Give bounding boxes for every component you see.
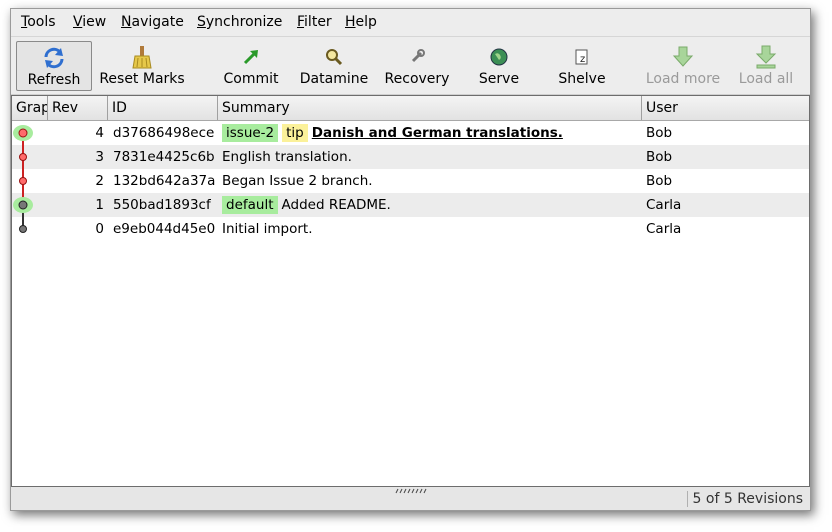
shelve-label: Shelve: [558, 71, 606, 87]
svg-text:z: z: [580, 54, 585, 65]
menubar: Tools View Navigate Synchronize Filter H…: [11, 9, 810, 36]
rev-cell: 4: [95, 125, 104, 141]
load-all-label: Load all: [738, 71, 794, 87]
summary-text: Added README.: [281, 197, 391, 213]
summary-cell: issue-2 tip Danish and German translations…: [222, 121, 640, 145]
load-more-label: Load more: [645, 71, 721, 87]
datamine-button[interactable]: Datamine: [295, 41, 373, 91]
menu-tools[interactable]: Tools: [21, 14, 56, 30]
refresh-label: Refresh: [27, 72, 81, 88]
revision-count: 5 of 5 Revisions: [692, 491, 803, 507]
summary-cell: English translation.: [222, 149, 352, 165]
menu-navigate-mnemonic: N: [121, 14, 132, 30]
commit-button[interactable]: Commit: [215, 41, 287, 91]
table-row[interactable]: 3 7831e4425c6b English translation. Bob: [12, 145, 809, 169]
broom-icon: [132, 46, 152, 69]
branch-tag: default: [222, 196, 278, 214]
user-cell: Bob: [646, 173, 673, 189]
id-cell: 7831e4425c6b: [113, 149, 215, 165]
status-bar: 5 of 5 Revisions: [11, 487, 810, 510]
reset-marks-label: Reset Marks: [99, 71, 185, 87]
user-cell: Bob: [646, 149, 673, 165]
table-row[interactable]: 4 d37686498ece issue-2 tip Danish and Germ…: [12, 121, 809, 145]
revision-node[interactable]: [19, 225, 27, 233]
revision-table: Graph Rev ID Summary User 4 d37686498ece…: [11, 95, 810, 487]
menu-view[interactable]: View: [73, 14, 106, 30]
menu-tools-label: ools: [27, 14, 56, 30]
refresh-icon: [44, 47, 64, 69]
load-more-button[interactable]: Load more: [643, 41, 723, 91]
menu-navigate-label: avigate: [131, 14, 184, 30]
table-row[interactable]: 2 132bd642a37a Began Issue 2 branch. Bob: [12, 169, 809, 193]
column-header-rev[interactable]: Rev: [48, 96, 108, 120]
summary-text: Danish and German translations.: [311, 125, 563, 141]
menu-synchronize-mnemonic: S: [197, 14, 206, 30]
branch-tag: issue-2: [222, 124, 279, 142]
serve-label: Serve: [478, 71, 520, 87]
id-cell: d37686498ece: [113, 125, 215, 141]
magnifier-icon: [326, 49, 343, 66]
menu-synchronize[interactable]: Synchronize: [197, 14, 282, 30]
commit-icon: [243, 50, 258, 65]
user-cell: Carla: [646, 221, 682, 237]
summary-cell: Began Issue 2 branch.: [222, 173, 373, 189]
user-cell: Carla: [646, 197, 682, 213]
menu-synchronize-label: ynchronize: [205, 14, 283, 30]
menu-view-label: iew: [82, 14, 107, 30]
splitter-grip-icon[interactable]: [395, 488, 429, 494]
tip-tag: tip: [282, 124, 308, 142]
reset-marks-button[interactable]: Reset Marks: [96, 41, 188, 91]
menu-help-label: elp: [355, 14, 377, 30]
menu-help[interactable]: Help: [345, 14, 377, 30]
status-separator: [687, 491, 688, 507]
load-all-button[interactable]: Load all: [737, 41, 795, 91]
menu-filter[interactable]: Filter: [297, 14, 332, 30]
id-cell: 550bad1893cf: [113, 197, 211, 213]
shelve-icon: z: [575, 49, 588, 65]
rev-cell: 2: [95, 173, 104, 189]
menu-navigate[interactable]: Navigate: [121, 14, 184, 30]
shelve-button[interactable]: z Shelve: [553, 41, 611, 91]
recovery-label: Recovery: [384, 71, 450, 87]
rev-cell: 0: [95, 221, 104, 237]
commit-label: Commit: [223, 71, 279, 87]
refresh-button[interactable]: Refresh: [16, 41, 92, 91]
summary-cell: Initial import.: [222, 221, 313, 237]
globe-icon: [490, 48, 508, 66]
column-header-user[interactable]: User: [642, 96, 809, 120]
revision-node[interactable]: [18, 200, 28, 210]
menu-filter-mnemonic: F: [297, 14, 305, 30]
summary-cell: default Added README.: [222, 193, 640, 217]
recovery-button[interactable]: Recovery: [381, 41, 453, 91]
serve-button[interactable]: Serve: [473, 41, 525, 91]
revision-node[interactable]: [19, 153, 27, 161]
rev-cell: 3: [95, 149, 104, 165]
rev-cell: 1: [95, 197, 104, 213]
revision-graph: [13, 125, 33, 233]
column-header-graph[interactable]: Graph: [12, 96, 48, 120]
column-header-id[interactable]: ID: [108, 96, 218, 120]
id-cell: 132bd642a37a: [113, 173, 216, 189]
table-row[interactable]: 1 550bad1893cf default Added README. Carl…: [12, 193, 809, 217]
menu-view-mnemonic: V: [73, 14, 83, 30]
toolbar: Refresh Reset Marks Commit Datamine Reco…: [11, 36, 810, 95]
id-cell: e9eb044d45e0: [113, 221, 216, 237]
revision-node[interactable]: [19, 177, 27, 185]
menu-help-mnemonic: H: [345, 14, 356, 30]
table-row[interactable]: 0 e9eb044d45e0 Initial import. Carla: [12, 217, 809, 241]
menu-filter-label: ilter: [304, 14, 332, 30]
repository-explorer-window: Tools View Navigate Synchronize Filter H…: [10, 8, 811, 511]
down-arrow-bar-icon: [755, 45, 777, 69]
user-cell: Bob: [646, 125, 673, 141]
down-arrow-icon: [672, 46, 694, 67]
column-header-summary[interactable]: Summary: [218, 96, 642, 120]
revision-node[interactable]: [18, 128, 28, 138]
wrench-icon: [411, 49, 425, 63]
table-header: Graph Rev ID Summary User: [12, 96, 809, 121]
datamine-label: Datamine: [299, 71, 369, 87]
